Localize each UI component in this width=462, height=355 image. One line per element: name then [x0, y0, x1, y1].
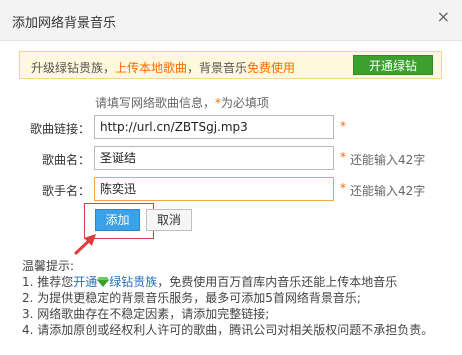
required-mark: *	[340, 181, 346, 195]
tips-heading: 温馨提示:	[22, 259, 75, 273]
song-name-input[interactable]: 圣诞结	[94, 146, 334, 170]
close-icon[interactable]: ×	[437, 9, 450, 25]
promo-upload-link[interactable]: 上传本地歌曲	[115, 61, 187, 75]
promo-free-text: 免费使用	[247, 61, 296, 75]
song-link-input[interactable]: http://url.cn/ZBTSgj.mp3	[94, 115, 334, 139]
tip-line-3: 3. 网络歌曲存在不稳定因素，请添加完整链接;	[22, 307, 270, 321]
singer-name-remaining: 还能输入42字	[350, 184, 426, 198]
promo-text-c: ，背景音乐	[187, 61, 248, 75]
promo-text: 升级绿钻贵族，上传本地歌曲，背景音乐免费使用	[31, 59, 295, 76]
open-green-diamond-button[interactable]: 开通绿钻	[353, 55, 433, 75]
song-name-row: 歌曲名： 圣诞结 * 还能输入42字	[0, 146, 462, 172]
arrow-icon	[74, 234, 96, 255]
green-diamond-icon	[97, 277, 110, 287]
note-text-b: 为必填项	[221, 96, 270, 110]
dialog-titlebar: 添加网络背景音乐 ×	[0, 0, 462, 41]
add-button[interactable]: 添加	[95, 209, 140, 231]
promo-banner: 升级绿钻贵族，上传本地歌曲，背景音乐免费使用 开通绿钻	[19, 51, 442, 79]
note-text-a: 请填写网络歌曲信息，	[95, 96, 216, 110]
required-mark: *	[340, 150, 346, 164]
song-name-remaining: 还能输入42字	[350, 153, 426, 167]
tip-line-4: 4. 请添加原创或经权利人许可的歌曲，腾讯公司对相关版权问题不承担负责。	[22, 323, 434, 337]
singer-name-label: 歌手名：	[41, 184, 90, 198]
dialog-title: 添加网络背景音乐	[12, 16, 117, 31]
tip1-text-b: ，免费使用百万首库内音乐还能上传本地音乐	[157, 275, 398, 289]
singer-name-row: 歌手名： 陈奕迅 * 还能输入42字	[0, 177, 462, 203]
song-link-row: 歌曲链接： http://url.cn/ZBTSgj.mp3 *	[0, 115, 462, 141]
tip-line-2: 2. 为提供更稳定的背景音乐服务，最多可添加5首网络背景音乐;	[22, 291, 361, 305]
song-name-label: 歌曲名：	[41, 153, 90, 167]
tip1-text-a: 1. 推荐您	[22, 275, 74, 289]
tip-line-1: 1. 推荐您开通 绿钻贵族，免费使用百万首库内音乐还能上传本地音乐	[22, 274, 452, 290]
tip1-green-link[interactable]: 绿钻贵族	[109, 275, 157, 289]
cancel-button[interactable]: 取消	[146, 209, 192, 231]
required-mark: *	[340, 119, 346, 133]
form-note: 请填写网络歌曲信息，*为必填项	[95, 94, 269, 111]
song-link-label: 歌曲链接：	[29, 122, 90, 136]
tip1-open-link[interactable]: 开通	[73, 275, 97, 289]
promo-text-a: 升级绿钻贵族，	[31, 61, 116, 75]
tips-section: 温馨提示: 1. 推荐您开通 绿钻贵族，免费使用百万首库内音乐还能上传本地音乐 2…	[22, 258, 452, 338]
singer-name-input[interactable]: 陈奕迅	[94, 177, 334, 201]
